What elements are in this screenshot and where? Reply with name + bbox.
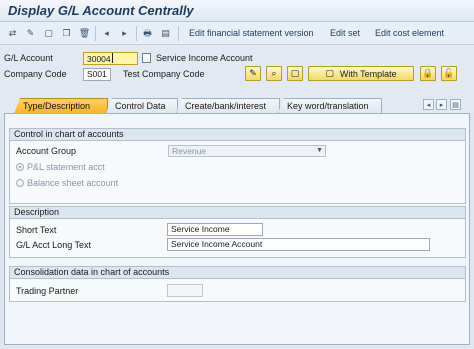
- pl-statement-radio[interactable]: [16, 163, 24, 171]
- header-area: G/L Account 30004 Service Income Account…: [0, 45, 474, 93]
- control-group: Control in chart of accounts Account Gro…: [9, 128, 466, 204]
- print-icon[interactable]: 🖶: [141, 27, 154, 40]
- edit-cost-element-link[interactable]: Edit cost element: [375, 28, 444, 38]
- tab-scroll-right-icon[interactable]: ▸: [436, 99, 447, 110]
- text-icon[interactable]: ▤: [159, 27, 172, 40]
- unlock-icon: 🔓: [443, 68, 455, 78]
- pencil-icon: ✎: [249, 68, 257, 78]
- balance-sheet-radio[interactable]: [16, 179, 24, 187]
- control-group-title: Control in chart of accounts: [10, 129, 465, 141]
- document-icon: ▢: [325, 68, 334, 78]
- display-change-icon[interactable]: ✎: [24, 27, 37, 40]
- title-bar: Display G/L Account Centrally: [0, 0, 474, 22]
- gl-account-description: Service Income Account: [156, 53, 253, 63]
- search-help-icon[interactable]: [142, 53, 151, 63]
- other-object-icon[interactable]: ⇄: [6, 27, 19, 40]
- account-group-dropdown[interactable]: Revenue ▼: [168, 145, 326, 157]
- tab-control-data[interactable]: Control Data: [106, 98, 178, 113]
- next-icon[interactable]: ▸: [118, 27, 131, 40]
- pl-statement-label: P&L statement acct: [27, 162, 105, 172]
- account-group-label: Account Group: [16, 146, 77, 156]
- consolidation-group-title: Consolidation data in chart of accounts: [10, 267, 465, 279]
- new-document-icon: ▢: [290, 68, 300, 78]
- description-group: Description Short Text Service Income G/…: [9, 206, 466, 258]
- tab-type-description[interactable]: Type/Description: [14, 98, 108, 114]
- gl-account-label: G/L Account: [4, 53, 53, 63]
- short-text-field[interactable]: Service Income: [167, 223, 263, 236]
- company-code-label: Company Code: [4, 69, 67, 79]
- edit-fs-version-link[interactable]: Edit financial statement version: [189, 28, 314, 38]
- chevron-down-icon: ▼: [316, 147, 323, 154]
- lock-button[interactable]: 🔒: [420, 66, 436, 81]
- edit-button[interactable]: ✎: [245, 66, 261, 81]
- consolidation-group: Consolidation data in chart of accounts …: [9, 266, 466, 302]
- trading-partner-field[interactable]: [167, 284, 203, 297]
- lock-icon: 🔒: [422, 68, 434, 78]
- window-title: Display G/L Account Centrally: [8, 3, 194, 18]
- balance-sheet-label: Balance sheet account: [27, 178, 119, 188]
- tab-keyword-translation[interactable]: Key word/translation: [278, 98, 382, 113]
- application-toolbar: ⇄ ✎ ▢ ❐ 🗑 ◂ ▸ 🖶 ▤ Edit financial stateme…: [0, 22, 474, 45]
- previous-icon[interactable]: ◂: [100, 27, 113, 40]
- create-button[interactable]: ▢: [287, 66, 303, 81]
- with-template-button[interactable]: ▢ With Template: [308, 66, 414, 81]
- copy-icon[interactable]: ❐: [60, 27, 73, 40]
- tab-strip: Type/Description Control Data Create/ban…: [0, 93, 474, 114]
- long-text-field[interactable]: Service Income Account: [167, 238, 430, 251]
- tab-content-panel: Control in chart of accounts Account Gro…: [4, 113, 470, 345]
- tab-scroll-left-icon[interactable]: ◂: [423, 99, 434, 110]
- search-button[interactable]: ⌕: [266, 66, 282, 81]
- description-group-title: Description: [10, 207, 465, 219]
- delete-icon[interactable]: 🗑: [78, 27, 91, 40]
- create-icon[interactable]: ▢: [42, 27, 55, 40]
- tab-create-bank-interest[interactable]: Create/bank/interest: [176, 98, 280, 113]
- with-template-label: With Template: [339, 68, 397, 79]
- company-code-field[interactable]: S001: [83, 68, 111, 81]
- company-code-description: Test Company Code: [123, 69, 205, 79]
- magnifier-icon: ⌕: [271, 68, 277, 78]
- tab-list-icon[interactable]: ▤: [450, 99, 461, 110]
- short-text-label: Short Text: [16, 225, 57, 235]
- long-text-label: G/L Acct Long Text: [16, 240, 92, 250]
- unlock-button[interactable]: 🔓: [441, 66, 457, 81]
- edit-set-link[interactable]: Edit set: [330, 28, 360, 38]
- gl-account-field[interactable]: 30004: [83, 52, 138, 65]
- trading-partner-label: Trading Partner: [16, 286, 79, 296]
